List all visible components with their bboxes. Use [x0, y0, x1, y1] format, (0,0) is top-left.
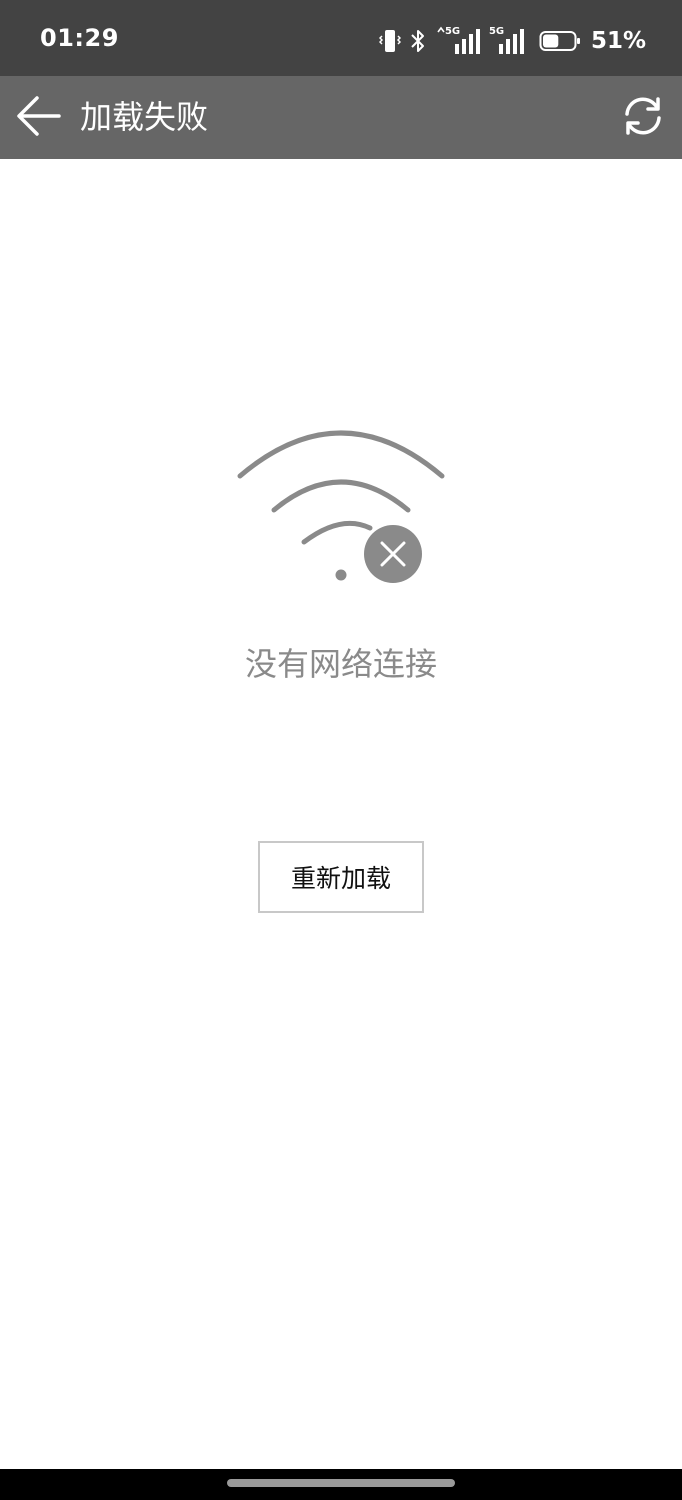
arrow-left-icon [15, 95, 61, 141]
bluetooth-icon [409, 28, 427, 54]
title-bar: 加载失败 [0, 76, 682, 159]
signal-1-label: 5G [444, 26, 461, 37]
signal-2-label: 5G [488, 26, 505, 37]
nav-bar [0, 1469, 682, 1500]
refresh-icon [621, 94, 665, 142]
status-time: 01:29 [40, 24, 119, 52]
screen: 01:29 5G 5G 51% 加载失败 没有网络连接 重新加载 [0, 0, 682, 1500]
vibrate-icon [378, 28, 401, 54]
error-message: 没有网络连接 [244, 645, 437, 683]
back-button[interactable] [12, 92, 64, 144]
home-indicator[interactable] [227, 1479, 455, 1487]
status-bar: 01:29 5G 5G 51% [0, 0, 682, 76]
signal-5g-icon: 5G [489, 26, 525, 56]
reload-button[interactable]: 重新加载 [258, 841, 424, 913]
refresh-button[interactable] [616, 91, 670, 145]
signal-5g-icon: 5G [435, 26, 481, 56]
page-title: 加载失败 [80, 98, 209, 136]
status-icons: 5G 5G 51% [378, 24, 646, 58]
battery-percent: 51% [590, 28, 646, 54]
wifi-off-icon [230, 420, 452, 590]
battery-icon [539, 29, 581, 53]
